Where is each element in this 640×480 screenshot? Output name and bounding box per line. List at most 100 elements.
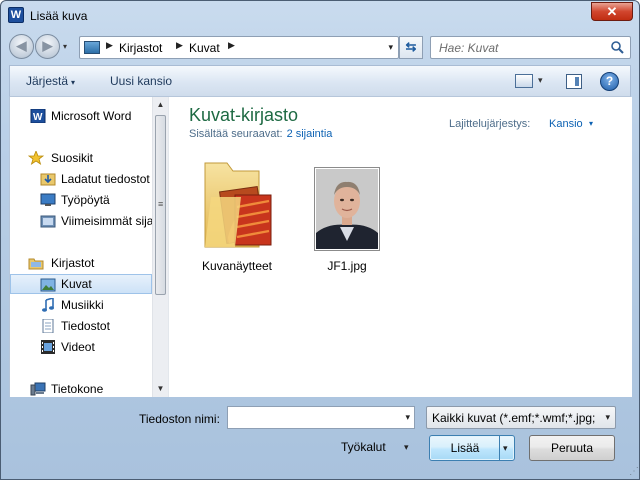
help-icon[interactable]: ? [600,72,619,91]
file-list-pane: Kuvat-kirjasto Sisältää seuraavat: 2 sija… [168,97,632,397]
refresh-button[interactable]: ⇆ [399,36,423,59]
scrollbar-thumb[interactable]: ≡ [155,115,166,295]
sidebar-item-desktop[interactable]: Työpöytä [10,190,152,210]
downloads-folder-icon [40,173,56,186]
chevron-down-icon: ▾ [605,412,610,422]
file-type-value: Kaikki kuvat (*.emf;*.wmf;*.jpg; [432,411,596,425]
breadcrumb-separator-icon[interactable]: ▶ [176,40,183,51]
organize-button[interactable]: Järjestä ▾ [26,74,75,88]
sidebar-item-label: Kirjastot [51,256,95,270]
sidebar-item-pictures[interactable]: Kuvat [10,274,152,294]
filename-history-dropdown-icon[interactable]: ▾ [405,412,410,423]
sidebar-item-microsoft-word[interactable]: W Microsoft Word [10,106,152,126]
sidebar-item-label: Tietokone [51,382,104,396]
cancel-label: Peruuta [550,441,594,455]
desktop-icon [40,193,56,206]
tools-button[interactable]: Työkalut [341,440,386,454]
pictures-library-icon [84,41,100,54]
sidebar-item-recent-places[interactable]: Viimeisimmät sijainnit [10,211,152,231]
search-placeholder: Hae: Kuvat [439,41,499,55]
sidebar-item-label: Viimeisimmät sijainnit [61,214,152,228]
sidebar-item-label: Musiikki [61,298,104,312]
close-button[interactable]: ✕ [591,2,633,21]
library-title: Kuvat-kirjasto [189,105,299,125]
pictures-icon [40,278,56,292]
filename-field[interactable]: ▾ [227,406,415,429]
star-icon [28,151,44,165]
preview-pane-icon[interactable] [566,74,582,89]
breadcrumb-kuvat[interactable]: Kuvat [189,41,220,55]
sidebar-item-label: Videot [61,340,95,354]
breadcrumb-kirjastot[interactable]: Kirjastot [119,41,162,55]
organize-label: Järjestä [26,74,69,88]
sidebar-item-label: Microsoft Word [51,109,132,123]
libraries-icon [28,258,44,270]
file-name: JF1.jpg [327,259,367,273]
back-button[interactable]: ◀ [9,34,34,59]
library-subtitle-text: Sisältää seuraavat: [189,128,283,140]
arrange-dropdown-icon[interactable]: ▾ [589,119,593,128]
cancel-button[interactable]: Peruuta [529,435,615,461]
recent-places-icon [40,215,56,228]
videos-icon [41,340,55,354]
change-view-icon[interactable] [515,74,533,88]
forward-button[interactable]: ▶ [35,34,60,59]
sidebar-item-music[interactable]: Musiikki [10,295,152,315]
file-name: Kuvanäytteet [201,259,273,273]
insert-picture-dialog: W Lisää kuva ✕ ◀ ▶ ▾ ▶ Kirjastot ▶ Kuvat… [0,0,640,480]
sidebar-item-label: Tiedostot [61,319,110,333]
address-bar[interactable]: ▶ Kirjastot ▶ Kuvat ▶ ▾ [79,36,399,59]
file-type-select[interactable]: Kaikki kuvat (*.emf;*.wmf;*.jpg; ▾ [426,406,616,429]
view-options-dropdown-icon[interactable]: ▾ [538,75,543,86]
insert-button[interactable]: Lisää ▾ [429,435,515,461]
file-item-photo[interactable]: JF1.jpg [297,157,397,277]
library-subtitle: Sisältää seuraavat: 2 sijaintia [189,128,332,140]
sidebar-item-computer[interactable]: Tietokone [10,379,152,399]
scroll-down-icon[interactable]: ▼ [153,381,168,397]
sidebar-item-label: Ladatut tiedostot [61,172,150,186]
content-area: W Microsoft Word Suosikit Ladatut tiedos… [9,97,632,397]
locations-link[interactable]: 2 sijaintia [287,128,333,140]
photo-thumbnail-icon [314,167,380,251]
navigation-bar: ◀ ▶ ▾ ▶ Kirjastot ▶ Kuvat ▶ ▾ ⇆ Hae: Kuv… [1,31,639,63]
music-icon [42,298,54,312]
sidebar-item-label: Kuvat [61,277,92,291]
svg-text:W: W [33,112,43,123]
insert-options-button[interactable]: ▾ [499,436,514,460]
search-input[interactable]: Hae: Kuvat [430,36,631,59]
recent-pages-dropdown[interactable]: ▾ [63,42,67,51]
organize-dropdown-icon: ▾ [71,78,76,87]
folder-icon [204,162,272,248]
address-dropdown-icon[interactable]: ▾ [388,42,393,53]
chevron-down-icon: ▾ [503,443,508,453]
command-bar: Järjestä ▾ Uusi kansio ▾ ? [9,65,631,97]
word-app-icon: W [8,7,24,23]
sidebar-item-favorites[interactable]: Suosikit [10,148,152,168]
window-title: Lisää kuva [30,9,88,23]
search-icon[interactable] [610,40,625,55]
scroll-up-icon[interactable]: ▲ [153,97,168,113]
filename-label: Tiedoston nimi: [139,412,220,426]
sidebar-item-downloads[interactable]: Ladatut tiedostot [10,169,152,189]
navigation-pane: W Microsoft Word Suosikit Ladatut tiedos… [10,97,168,397]
new-folder-button[interactable]: Uusi kansio [110,74,172,88]
arrange-by-dropdown[interactable]: Kansio [549,118,583,130]
sidebar-item-videos[interactable]: Videot [10,337,152,357]
title-bar: W Lisää kuva ✕ [1,1,639,31]
documents-icon [42,319,54,333]
word-icon: W [30,109,46,123]
scroll-grip-icon: ≡ [158,199,164,209]
sidebar-scrollbar[interactable]: ▲ ≡ ▼ [152,97,168,397]
sidebar-item-documents[interactable]: Tiedostot [10,316,152,336]
tools-dropdown-icon[interactable]: ▾ [404,442,409,453]
sidebar-item-label: Suosikit [51,151,94,165]
sidebar-item-label: Työpöytä [61,193,110,207]
file-item-folder[interactable]: Kuvanäytteet [187,157,287,277]
resize-grip-icon[interactable]: ⋰ [629,466,639,477]
arrange-by-label: Lajittelujärjestys: [449,118,531,130]
computer-icon [30,382,46,396]
breadcrumb-separator-icon[interactable]: ▶ [228,40,235,51]
sidebar-item-libraries[interactable]: Kirjastot [10,253,152,273]
insert-label: Lisää [450,441,480,455]
breadcrumb-separator-icon[interactable]: ▶ [106,40,113,51]
